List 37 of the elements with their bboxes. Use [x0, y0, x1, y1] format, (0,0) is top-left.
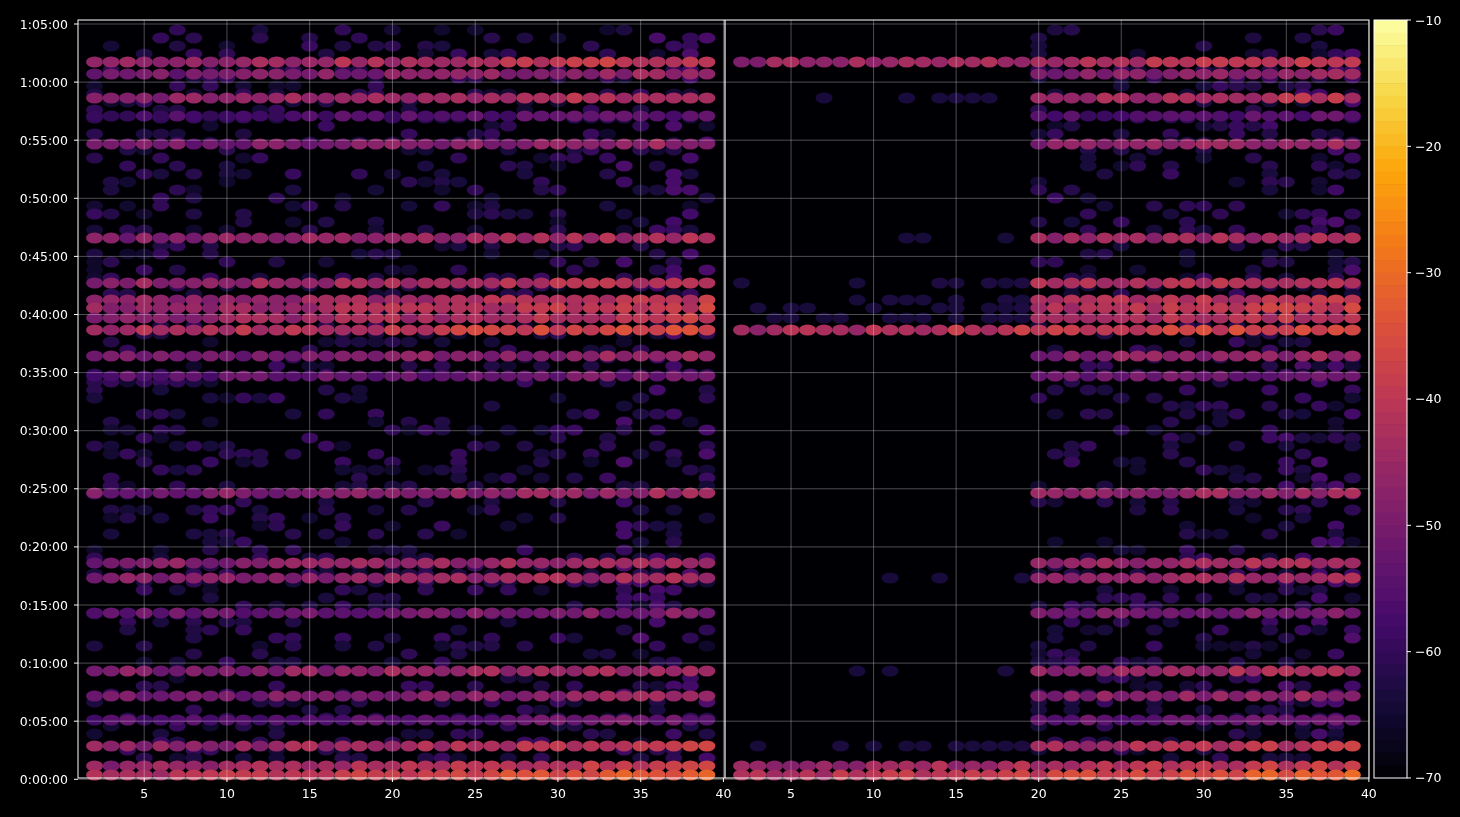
x-tick-label: 10: [865, 786, 882, 801]
x-tick-label: 5: [140, 786, 149, 801]
y-tick-label: 0:45:00: [19, 248, 68, 264]
y-tick-label: 1:00:00: [19, 74, 68, 90]
x-tick-label: 40: [1360, 786, 1377, 801]
colorbar-tick-label: −40: [1415, 391, 1442, 407]
x-tick-label: 25: [1113, 786, 1130, 801]
colorbar-tick-label: −60: [1415, 644, 1442, 660]
x-tick-label: 35: [632, 786, 649, 801]
x-tick-label: 25: [467, 786, 484, 801]
x-tick-label: 10: [219, 786, 235, 801]
colorbar-tick-label: −10: [1415, 12, 1442, 28]
y-tick-label: 0:35:00: [19, 365, 68, 381]
y-tick-label: 0:40:00: [19, 307, 68, 322]
x-tick-label: 5: [787, 786, 795, 801]
y-tick-label: 0:15:00: [19, 597, 68, 613]
y-tick-label: 1:05:00: [19, 16, 68, 32]
y-tick-label: 0:05:00: [19, 713, 68, 729]
colorbar-tick-label: −30: [1415, 265, 1442, 281]
y-tick-label: 0:10:00: [19, 655, 68, 671]
x-tick-label: 20: [1030, 786, 1047, 801]
y-tick-label: 0:20:00: [19, 539, 68, 555]
y-tick-label: 0:00:00: [19, 771, 68, 787]
x-tick-label: 15: [301, 786, 318, 801]
x-tick-label: 30: [1195, 786, 1212, 801]
x-tick-label: 20: [384, 786, 401, 801]
y-tick-label: 0:50:00: [19, 190, 68, 206]
colorbar-tick-label: −50: [1415, 517, 1442, 533]
y-tick-label: 0:55:00: [19, 132, 68, 148]
x-tick-label: 35: [1278, 786, 1295, 801]
colorbar-tick-label: −70: [1415, 770, 1442, 786]
x-tick-label: 30: [550, 786, 566, 801]
x-tick-label: 40: [715, 786, 732, 801]
colorbar-tick-label: −20: [1415, 138, 1442, 154]
y-tick-label: 0:30:00: [19, 423, 68, 439]
x-tick-label: 15: [948, 786, 965, 801]
y-tick-label: 0:25:00: [19, 481, 68, 497]
